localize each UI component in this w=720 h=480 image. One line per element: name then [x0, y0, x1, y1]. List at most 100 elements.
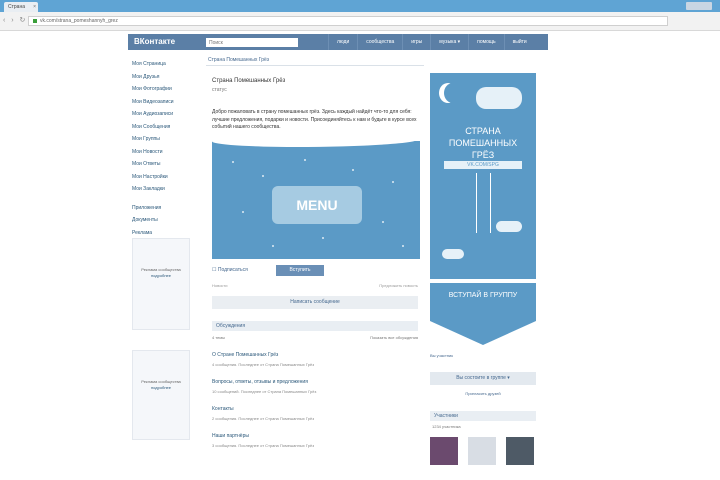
browser-tab[interactable]: Страна × [4, 2, 38, 12]
list-item: Вопросы, ответы, отзывы и предложения 10… [212, 379, 418, 394]
tab-title: Страна [8, 4, 26, 10]
topic-title[interactable]: Вопросы, ответы, отзывы и предложения [212, 379, 418, 385]
group-status: статус [212, 87, 227, 93]
join-arrow-banner[interactable]: ВСТУПАЙ В ГРУППУ [430, 283, 536, 345]
ad-block[interactable]: Реклама сообщества подробнее [132, 350, 190, 440]
sidebar-item-docs[interactable]: Документы [132, 214, 192, 227]
main-column: Страна Помешанных Грёз Страна Помешанных… [206, 55, 424, 448]
header-link-games[interactable]: игры [402, 34, 430, 50]
snow-dot [304, 158, 306, 161]
sidebar-item-friends[interactable]: Мои Друзья [132, 71, 192, 84]
membership-dropdown[interactable]: Вы состоите в группе ▾ [430, 372, 536, 385]
poster-ribbon: VK.COM/SPG [444, 161, 522, 169]
snow-dot [272, 244, 274, 247]
snow-dot [242, 210, 244, 213]
menu-sign[interactable]: MENU [272, 185, 362, 224]
list-item: Контакты 2 сообщения. Последнее от Стран… [212, 406, 418, 421]
arrow-body [430, 283, 536, 321]
sidebar-item-messages[interactable]: Мои Сообщения [132, 121, 192, 134]
sidebar-item-bookmarks[interactable]: Мои Закладки [132, 183, 192, 196]
discussions-sub: 4 темы Показать все обсуждения [212, 335, 418, 340]
news-label: Новости [212, 282, 228, 288]
page-title: Страна Помешанных Грёз [212, 78, 286, 84]
avatar[interactable] [506, 437, 534, 465]
sidebar-item-my-page[interactable]: Моя Страница [132, 58, 192, 71]
snow-dot [392, 180, 394, 183]
cloud-icon [442, 249, 464, 259]
avatar[interactable] [468, 437, 496, 465]
site-logo[interactable]: ВКонтакте [134, 37, 175, 46]
snow-dot [402, 244, 404, 247]
wave-decoration [212, 132, 420, 147]
sidebar-item-apps[interactable]: Приложения [132, 202, 192, 215]
moon-icon [444, 83, 462, 103]
close-icon[interactable]: × [33, 2, 36, 12]
site-header: ВКонтакте люди сообщества игры музыка ▾ … [128, 34, 548, 50]
topic-meta: 4 сообщения. Последнее от Страна Помешан… [212, 361, 315, 367]
url-field[interactable]: vk.com/strana_pomeshannyh_grez [28, 16, 668, 26]
sidebar-item-photos[interactable]: Мои Фотографии [132, 83, 192, 96]
invite-friends-link[interactable]: Пригласить друзей [430, 389, 536, 399]
header-link-music[interactable]: музыка ▾ [430, 34, 468, 50]
window-controls[interactable] [686, 2, 712, 10]
ad-link[interactable]: подробнее [135, 273, 187, 279]
show-all-link[interactable]: Показать все обсуждения [370, 335, 418, 340]
menu-banner[interactable]: MENU [212, 132, 420, 259]
sidebar-item-videos[interactable]: Мои Видеозаписи [132, 96, 192, 109]
header-link-communities[interactable]: сообщества [357, 34, 402, 50]
snow-dot [232, 160, 234, 163]
topic-meta: 3 сообщения. Последнее от Страна Помешан… [212, 442, 315, 448]
topic-title[interactable]: О Стране Помешанных Грёз [212, 352, 418, 358]
snow-dot [262, 174, 264, 177]
poster-title: СТРАНА ПОМЕШАННЫХ ГРЁЗ [448, 126, 518, 160]
sidebar-item-news[interactable]: Мои Новости [132, 146, 192, 159]
swing-rope [490, 173, 491, 233]
group-avatar-poster[interactable]: СТРАНА ПОМЕШАННЫХ ГРЁЗ VK.COM/SPG [430, 73, 536, 279]
topic-title[interactable]: Контакты [212, 406, 418, 412]
list-item: О Стране Помешанных Грёз 4 сообщения. По… [212, 352, 418, 367]
arrow-tip [430, 321, 536, 345]
member-status[interactable]: Вы участник [430, 353, 536, 358]
right-column: СТРАНА ПОМЕШАННЫХ ГРЁЗ VK.COM/SPG ВСТУПА… [430, 73, 536, 465]
header-link-people[interactable]: люди [328, 34, 357, 50]
send-message-button[interactable]: Написать сообщение [212, 295, 418, 309]
topic-title[interactable]: Наши партнёры [212, 433, 418, 439]
snow-dot [322, 236, 324, 239]
sidebar-item-audio[interactable]: Мои Аудиозаписи [132, 108, 192, 121]
join-button[interactable]: Вступить [276, 264, 324, 276]
lock-icon [33, 18, 37, 23]
members-header[interactable]: Участники [430, 411, 536, 421]
cloud-icon [476, 87, 522, 109]
header-link-help[interactable]: помощь [468, 34, 503, 50]
arrow-text: ВСТУПАЙ В ГРУППУ [448, 292, 518, 299]
sidebar-item-settings[interactable]: Мои Настройки [132, 171, 192, 184]
group-description: Добро пожаловать в страну помешанных грё… [212, 109, 417, 130]
swing-rope [476, 173, 477, 233]
browser-nav-icons[interactable]: ‹ › ↻ [3, 16, 27, 24]
join-actions: ☐ Подписаться Вступить [212, 264, 418, 277]
subscribe-checkbox[interactable]: ☐ Подписаться [212, 267, 248, 273]
cloud-icon [496, 221, 522, 232]
header-link-logout[interactable]: выйти [503, 34, 535, 50]
members-count: 1234 участника [432, 424, 461, 429]
search-input[interactable] [206, 38, 298, 47]
snow-dot [382, 220, 384, 223]
list-item: Наши партнёры 3 сообщения. Последнее от … [212, 433, 418, 448]
browser-titlebar: Страна × [0, 0, 720, 12]
breadcrumb[interactable]: Страна Помешанных Грёз [206, 55, 424, 66]
ad-block[interactable]: Реклама сообщества подробнее [132, 238, 190, 330]
sidebar-item-groups[interactable]: Мои Группы [132, 133, 192, 146]
suggest-news-link[interactable]: Предложить новость [379, 283, 418, 288]
left-sidebar: Моя Страница Мои Друзья Мои Фотографии М… [132, 58, 192, 239]
ad-link[interactable]: подробнее [135, 385, 187, 391]
news-meta: Новости Предложить новость [212, 283, 418, 288]
topic-meta: 10 сообщений. Последнее от Страна Помеша… [212, 388, 317, 394]
address-bar-row: ‹ › ↻ vk.com/strana_pomeshannyh_grez [0, 12, 720, 31]
members-avatars [430, 437, 536, 465]
sidebar-item-answers[interactable]: Мои Ответы [132, 158, 192, 171]
discussions-header[interactable]: Обсуждения [212, 320, 418, 331]
avatar[interactable] [430, 437, 458, 465]
url-text: vk.com/strana_pomeshannyh_grez [40, 18, 118, 24]
header-menu: люди сообщества игры музыка ▾ помощь вый… [328, 34, 535, 50]
snow-dot [352, 168, 354, 171]
